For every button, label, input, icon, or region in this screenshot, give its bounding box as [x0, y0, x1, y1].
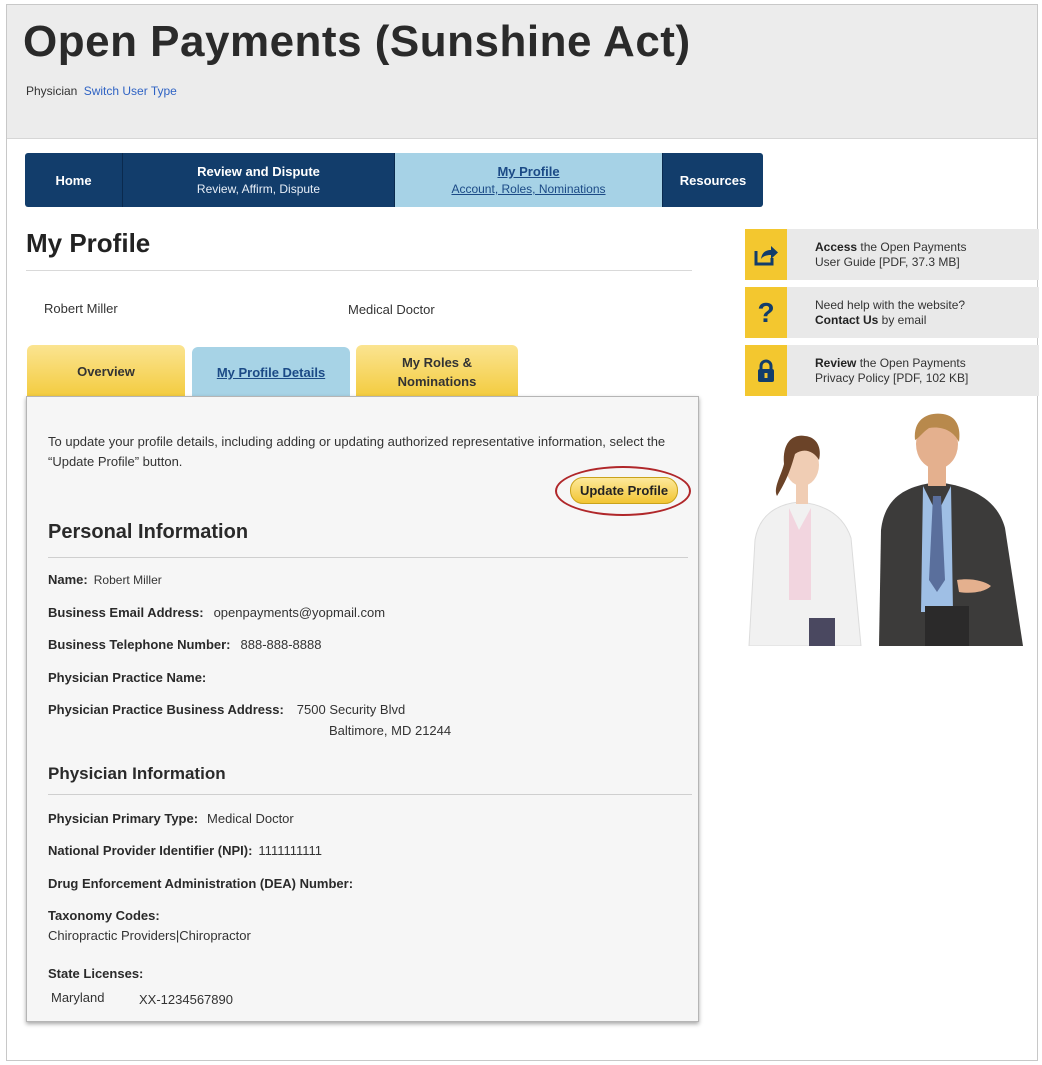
field-practice-name: Physician Practice Name:	[48, 670, 206, 685]
field-dea-number: Drug Enforcement Administration (DEA) Nu…	[48, 876, 353, 891]
profile-details-panel: To update your profile details, includin…	[26, 396, 699, 1022]
user-guide-rest: the Open Payments	[857, 239, 967, 254]
profile-user-type: Medical Doctor	[348, 302, 435, 317]
main-nav: Home Review and Dispute Review, Affirm, …	[25, 153, 763, 207]
user-guide-line2: User Guide [PDF, 37.3 MB]	[815, 254, 960, 269]
field-name: Name: Robert Miller	[48, 572, 162, 587]
privacy-policy-text: Review the Open Payments Privacy Policy …	[815, 356, 968, 386]
physician-divider	[48, 794, 692, 795]
contact-us-text: Need help with the website? Contact Us b…	[815, 298, 965, 328]
page-title: My Profile	[26, 228, 151, 258]
field-taxonomy-codes: Taxonomy Codes:	[48, 908, 160, 923]
doctors-photo	[748, 413, 1023, 646]
primary-type-value: Medical Doctor	[207, 811, 294, 826]
user-type-line: Physician Switch User Type	[26, 84, 177, 98]
name-label: Name:	[48, 572, 88, 587]
personal-divider	[48, 557, 688, 558]
switch-user-type-link[interactable]: Switch User Type	[84, 84, 177, 98]
title-divider	[26, 270, 692, 271]
taxonomy-label: Taxonomy Codes:	[48, 908, 160, 923]
practice-name-label: Physician Practice Name:	[48, 670, 207, 685]
site-title: Open Payments (Sunshine Act)	[23, 17, 691, 66]
user-guide-text: Access the Open Payments User Guide [PDF…	[815, 240, 966, 270]
contact-us-rest: by email	[878, 312, 927, 327]
license-number: XX-1234567890	[139, 992, 233, 1007]
tab-details-label: My Profile Details	[216, 365, 326, 380]
update-instructions: To update your profile details, includin…	[48, 434, 666, 469]
privacy-bold: Review	[815, 355, 857, 370]
help-line1: Need help with the website?	[815, 297, 966, 312]
nav-home-label: Home	[55, 172, 92, 188]
question-mark-icon: ?	[745, 287, 787, 338]
share-arrow-icon	[745, 229, 787, 280]
npi-label: National Provider Identifier (NPI):	[48, 843, 253, 858]
tab-roles-line2: Nominations	[397, 373, 477, 389]
phone-label: Business Telephone Number:	[48, 637, 231, 652]
nav-profile-title: My Profile	[497, 164, 560, 179]
user-type-label: Physician	[26, 84, 78, 98]
address-label: Physician Practice Business Address:	[48, 702, 284, 717]
email-label: Business Email Address:	[48, 605, 204, 620]
tab-roles-line1: My Roles &	[401, 354, 473, 370]
profile-user-name: Robert Miller	[44, 301, 118, 316]
field-primary-type: Physician Primary Type: Medical Doctor	[48, 811, 294, 826]
tab-my-profile-details[interactable]: My Profile Details	[192, 347, 350, 398]
nav-resources[interactable]: Resources	[663, 153, 763, 207]
address-line2: Baltimore, MD 21244	[329, 723, 452, 738]
field-practice-address: Physician Practice Business Address: 7500…	[48, 702, 405, 717]
privacy-policy-link[interactable]: Review the Open Payments Privacy Policy …	[745, 345, 1039, 396]
field-state-licenses: State Licenses:	[48, 966, 143, 981]
physician-information-heading: Physician Information	[48, 764, 226, 783]
taxonomy-value: Chiropractic Providers|Chiropractor	[48, 928, 251, 943]
user-guide-link[interactable]: Access the Open Payments User Guide [PDF…	[745, 229, 1039, 280]
license-state: Maryland	[51, 990, 105, 1005]
name-value: Robert Miller	[93, 573, 162, 587]
dea-label: Drug Enforcement Administration (DEA) Nu…	[48, 876, 354, 891]
nav-my-profile[interactable]: My Profile Account, Roles, Nominations	[395, 153, 663, 207]
page-frame: Open Payments (Sunshine Act) Physician S…	[6, 4, 1039, 1061]
contact-us-link[interactable]: ? Need help with the website? Contact Us…	[745, 287, 1039, 338]
npi-value: 1111111111	[258, 843, 323, 858]
field-npi: National Provider Identifier (NPI): 11111…	[48, 843, 322, 858]
tab-my-roles-nominations[interactable]: My Roles & Nominations	[356, 345, 518, 398]
phone-value: 888-888-8888	[240, 637, 322, 652]
tab-overview-label: Overview	[77, 364, 135, 379]
field-business-email: Business Email Address: openpayments@yopm…	[48, 605, 385, 620]
lock-icon	[745, 345, 787, 396]
nav-review-subtitle: Review, Affirm, Dispute	[196, 182, 321, 196]
email-value: openpayments@yopmail.com	[213, 605, 386, 620]
tab-overview[interactable]: Overview	[27, 345, 185, 398]
privacy-rest: the Open Payments	[856, 355, 966, 370]
user-guide-bold: Access	[815, 239, 858, 254]
site-header: Open Payments (Sunshine Act) Physician S…	[7, 5, 1037, 139]
nav-profile-subtitle: Account, Roles, Nominations	[451, 182, 606, 196]
tab-roles-label: My Roles & Nominations	[398, 353, 477, 391]
licenses-label: State Licenses:	[48, 966, 144, 981]
nav-review-title: Review and Dispute	[197, 164, 320, 179]
nav-review-and-dispute[interactable]: Review and Dispute Review, Affirm, Dispu…	[123, 153, 395, 207]
address-line1: 7500 Security Blvd	[296, 702, 406, 717]
personal-information-heading: Personal Information	[48, 521, 249, 543]
privacy-line2: Privacy Policy [PDF, 102 KB]	[815, 370, 969, 385]
nav-resources-label: Resources	[679, 172, 747, 188]
field-business-phone: Business Telephone Number: 888-888-8888	[48, 637, 321, 652]
update-profile-button[interactable]: Update Profile	[570, 477, 678, 504]
primary-type-label: Physician Primary Type:	[48, 811, 199, 826]
contact-us-bold: Contact Us	[815, 312, 879, 327]
nav-home[interactable]: Home	[25, 153, 123, 207]
